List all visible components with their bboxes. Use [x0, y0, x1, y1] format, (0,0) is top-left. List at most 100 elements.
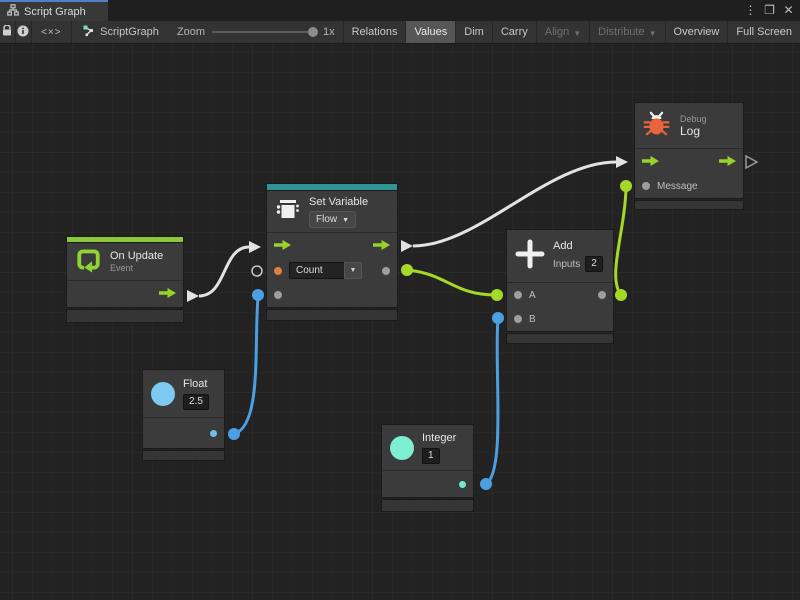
- graph-name-area: ScriptGraph: [72, 21, 169, 43]
- node-footer: [635, 201, 743, 209]
- align-button[interactable]: Align ▼: [537, 21, 590, 43]
- node-title: Add: [553, 240, 603, 253]
- input-b-port[interactable]: [514, 315, 522, 323]
- value-output-port[interactable]: [382, 267, 390, 275]
- relations-button[interactable]: Relations: [343, 21, 407, 43]
- wire-end-arrow[interactable]: [249, 241, 261, 253]
- variable-name-port[interactable]: [274, 267, 282, 275]
- carry-button[interactable]: Carry: [493, 21, 537, 43]
- chevron-down-icon: ▼: [342, 214, 349, 227]
- lock-icon: [2, 25, 12, 39]
- wire-endpoint-dot[interactable]: [228, 428, 240, 440]
- variable-kind-value: Flow: [316, 213, 337, 226]
- wire-endpoint-dot[interactable]: [491, 289, 503, 301]
- close-icon[interactable]: ✕: [781, 0, 796, 21]
- variable-kind-dropdown[interactable]: Flow ▼: [309, 211, 356, 228]
- lock-button[interactable]: [0, 21, 16, 43]
- flow-output-port[interactable]: [373, 237, 390, 255]
- flow-output-port[interactable]: [719, 153, 736, 171]
- node-footer: [143, 451, 224, 460]
- float-type-icon: [151, 382, 175, 406]
- node-color-bar: [267, 184, 397, 191]
- graph-canvas[interactable]: On Update Event: [0, 44, 800, 600]
- inputs-count-field[interactable]: 2: [585, 256, 603, 272]
- wire-endpoint-dot[interactable]: [401, 264, 413, 276]
- bug-icon: [643, 110, 670, 142]
- value-input-port[interactable]: [274, 291, 282, 299]
- input-a-label: A: [529, 290, 536, 301]
- float-value-field[interactable]: 2.5: [183, 394, 209, 410]
- zoom-slider-handle[interactable]: [308, 27, 318, 37]
- node-title: On Update: [110, 250, 163, 263]
- distribute-button[interactable]: Distribute ▼: [590, 21, 665, 43]
- align-label: Align: [545, 26, 569, 38]
- code-toggle-button[interactable]: <×>: [32, 21, 73, 43]
- dim-button[interactable]: Dim: [456, 21, 493, 43]
- full-screen-button[interactable]: Full Screen: [728, 21, 800, 43]
- node-footer: [507, 334, 613, 343]
- node-on-update[interactable]: On Update Event: [67, 237, 183, 322]
- input-b-label: B: [529, 314, 536, 325]
- unconnected-port-ring[interactable]: [252, 266, 262, 276]
- maximize-icon[interactable]: ❐: [762, 0, 777, 21]
- node-title: Float: [183, 378, 209, 391]
- node-add[interactable]: Add Inputs 2 A B: [507, 230, 613, 343]
- chevron-down-icon: ▼: [573, 29, 581, 38]
- node-float[interactable]: Float 2.5: [143, 370, 224, 460]
- input-a-port[interactable]: [514, 291, 522, 299]
- unconnected-flow-triangle[interactable]: [746, 156, 757, 168]
- node-set-variable[interactable]: Set Variable Flow ▼: [267, 184, 397, 320]
- wire-start-arrow[interactable]: [401, 240, 413, 252]
- zoom-slider[interactable]: [212, 31, 316, 33]
- flow-input-port[interactable]: [642, 153, 659, 171]
- info-button[interactable]: [16, 21, 32, 43]
- wire-endpoint-dot[interactable]: [252, 289, 264, 301]
- wire-setvariable-add[interactable]: [407, 270, 496, 295]
- node-title: Log: [680, 125, 707, 138]
- message-label: Message: [657, 181, 698, 192]
- script-graph-window: Script Graph ⋮ ❐ ✕ <×> ScriptGraph: [0, 0, 800, 600]
- wire-endpoint-dot[interactable]: [480, 478, 492, 490]
- graph-name-label: ScriptGraph: [100, 26, 159, 38]
- node-title: Integer: [422, 432, 456, 445]
- wire-onupdate-setvariable[interactable]: [199, 247, 249, 296]
- integer-output-port[interactable]: [459, 481, 466, 488]
- wire-add-debuglog[interactable]: [616, 188, 626, 295]
- graph-window-icon: [7, 3, 19, 21]
- tab-script-graph[interactable]: Script Graph: [0, 0, 108, 21]
- code-toggle-icon: <×>: [41, 27, 62, 38]
- node-title: Set Variable: [309, 196, 368, 209]
- tab-bar: Script Graph ⋮ ❐ ✕: [0, 0, 800, 21]
- distribute-label: Distribute: [598, 26, 644, 38]
- tab-title: Script Graph: [24, 6, 86, 18]
- chevron-down-icon: ▼: [649, 29, 657, 38]
- overview-button[interactable]: Overview: [666, 21, 729, 43]
- wire-endpoint-dot[interactable]: [492, 312, 504, 324]
- message-input-port[interactable]: [642, 182, 650, 190]
- sum-output-port[interactable]: [598, 291, 606, 299]
- variable-icon: [275, 197, 301, 226]
- node-debug-log[interactable]: Debug Log Message: [635, 103, 743, 209]
- float-output-port[interactable]: [210, 430, 217, 437]
- wire-end-arrow[interactable]: [616, 156, 628, 168]
- wire-endpoint-dot[interactable]: [620, 180, 632, 192]
- flow-output-port[interactable]: [159, 285, 176, 303]
- more-menu-icon[interactable]: ⋮: [743, 0, 758, 21]
- wire-start-arrow[interactable]: [187, 290, 199, 302]
- integer-value-field[interactable]: 1: [422, 448, 440, 464]
- variable-name-value: Count: [289, 262, 344, 279]
- variable-name-dropdown[interactable]: Count ▼: [289, 262, 362, 279]
- on-update-loop-icon: [75, 246, 102, 278]
- plus-icon: [515, 239, 545, 274]
- wire-integer-add[interactable]: [486, 319, 498, 484]
- node-subtitle: Event: [110, 263, 163, 274]
- inputs-label: Inputs: [553, 259, 580, 270]
- values-button[interactable]: Values: [406, 21, 456, 43]
- flow-input-port[interactable]: [274, 237, 291, 255]
- integer-type-icon: [390, 436, 414, 460]
- node-integer[interactable]: Integer 1: [382, 425, 473, 511]
- wire-float-setvariable[interactable]: [234, 297, 258, 434]
- zoom-value: 1x: [323, 26, 335, 38]
- wire-endpoint-dot[interactable]: [615, 289, 627, 301]
- graph-asset-icon: [82, 24, 95, 40]
